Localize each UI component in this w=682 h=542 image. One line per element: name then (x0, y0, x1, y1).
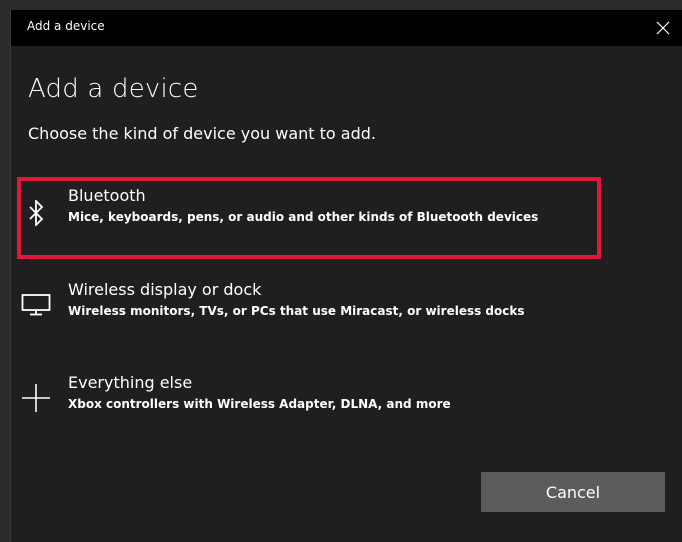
option-wireless-display[interactable]: Wireless display or dock Wireless monito… (11, 278, 611, 358)
title-bar: Add a device (11, 10, 682, 46)
option-label: Everything else (68, 373, 193, 392)
close-icon[interactable] (649, 14, 677, 42)
monitor-icon (21, 290, 51, 320)
page-title: Add a device (28, 74, 199, 104)
window-title: Add a device (27, 19, 105, 33)
option-everything-else[interactable]: Everything else Xbox controllers with Wi… (11, 371, 611, 451)
dialog-window: Add a device Add a device Choose the kin… (10, 10, 682, 542)
option-description: Mice, keyboards, pens, or audio and othe… (68, 210, 539, 224)
bluetooth-icon (21, 198, 51, 228)
option-description: Wireless monitors, TVs, or PCs that use … (68, 304, 525, 318)
plus-icon (21, 383, 51, 413)
page-subtitle: Choose the kind of device you want to ad… (28, 124, 376, 143)
option-description: Xbox controllers with Wireless Adapter, … (68, 397, 451, 411)
option-bluetooth[interactable]: Bluetooth Mice, keyboards, pens, or audi… (11, 177, 611, 266)
option-label: Wireless display or dock (68, 280, 262, 299)
option-label: Bluetooth (68, 186, 146, 205)
cancel-button[interactable]: Cancel (481, 472, 665, 512)
